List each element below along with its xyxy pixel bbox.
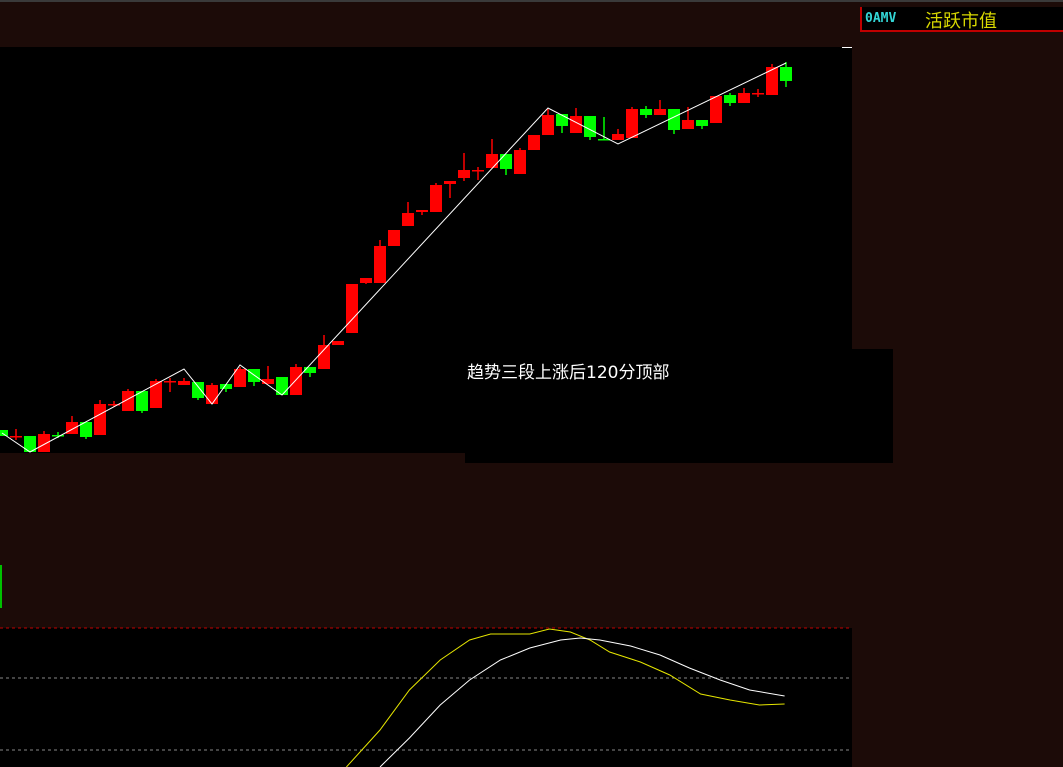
candle-body [780, 67, 792, 81]
candle-body [178, 381, 190, 385]
candle-body [458, 170, 470, 178]
candle-body [528, 135, 540, 150]
candle-body [290, 367, 302, 395]
candle-body [0, 430, 8, 436]
candle-body [374, 246, 386, 283]
candle-body [710, 96, 722, 123]
candle-body [682, 120, 694, 129]
candle-body [346, 284, 358, 333]
candle-body [10, 436, 22, 438]
candle-body [640, 109, 652, 115]
candle-body [360, 278, 372, 283]
candle-body [612, 134, 624, 140]
candle-body [766, 67, 778, 95]
candle-body [738, 93, 750, 103]
candle-body [192, 382, 204, 398]
candle-body [472, 170, 484, 172]
indicator-line-fast [346, 628, 785, 767]
candle-body [724, 95, 736, 103]
candle-body [696, 120, 708, 126]
candle-body [416, 210, 428, 212]
candle-body [66, 422, 78, 434]
candle-body [52, 435, 64, 437]
candle-body [556, 114, 568, 126]
chart-svg [0, 62, 852, 767]
candle-body [444, 181, 456, 184]
candle-body [626, 109, 638, 138]
candle-body [584, 116, 596, 137]
candle-body [38, 434, 50, 452]
candle-body [542, 115, 554, 135]
candle-body [318, 345, 330, 369]
candle-body [332, 341, 344, 345]
candle-body [514, 150, 526, 174]
candle-body [150, 381, 162, 408]
candle-body [164, 381, 176, 383]
candle-body [388, 230, 400, 246]
candle-body [486, 154, 498, 168]
candle-body [206, 385, 218, 404]
candle-body [402, 213, 414, 226]
candle-body [430, 185, 442, 212]
candle-body [94, 404, 106, 435]
indicator-line-slow [379, 637, 785, 767]
candle-body [500, 154, 512, 169]
candle-body [752, 93, 764, 95]
candle-body [654, 109, 666, 115]
